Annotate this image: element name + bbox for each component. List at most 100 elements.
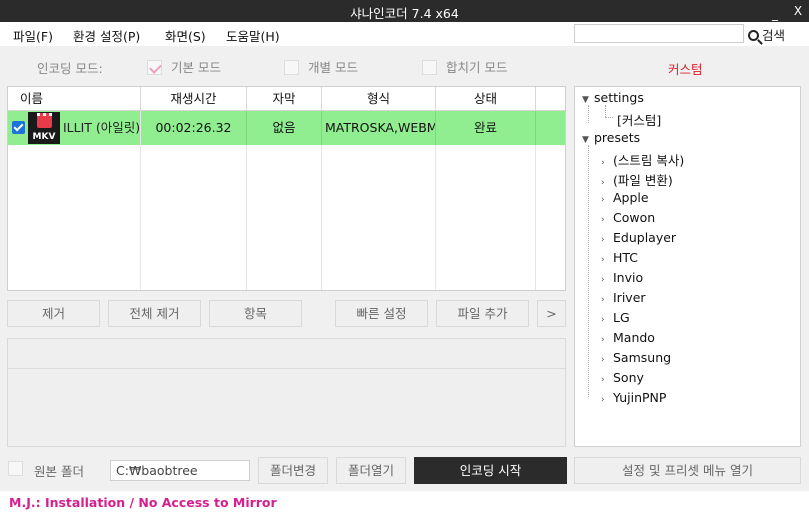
header-duration[interactable]: 재생시간	[141, 87, 247, 111]
collapsed-caret-icon[interactable]: ›	[601, 215, 609, 225]
search-icon	[748, 30, 759, 41]
mode-individual[interactable]: 개별 모드	[284, 57, 358, 76]
collapsed-caret-icon[interactable]: ›	[601, 335, 609, 345]
expanded-caret-icon[interactable]: ▼	[582, 135, 590, 145]
tree-node-label: Cowon	[613, 210, 656, 225]
tree-node-sony[interactable]: › Sony	[601, 370, 644, 385]
collapsed-caret-icon[interactable]: ›	[601, 295, 609, 305]
start-encoding-button[interactable]: 인코딩 시작	[414, 457, 567, 484]
cell-status: 완료	[436, 111, 536, 145]
output-path-input[interactable]	[110, 460, 250, 481]
tree-node-label: Apple	[613, 190, 649, 205]
header-format[interactable]: 형식	[322, 87, 436, 111]
tree-node-apple[interactable]: › Apple	[601, 190, 649, 205]
row-checkbox[interactable]	[12, 121, 25, 134]
file-ext-label: MKV	[32, 132, 56, 142]
collapsed-caret-icon[interactable]: ›	[601, 255, 609, 265]
tree-node-file-convert[interactable]: › (파일 변환)	[601, 170, 673, 189]
mode-merge-checkbox[interactable]	[422, 60, 437, 75]
tree-node-label: Eduplayer	[613, 230, 677, 245]
cell-name: ILLIT (아일릿)	[63, 120, 141, 135]
collapsed-caret-icon[interactable]: ›	[601, 375, 609, 385]
mode-basic-label: 기본 모드	[171, 60, 221, 75]
source-folder-label: 원본 폴더	[34, 464, 84, 479]
tree-node-eduplayer[interactable]: › Eduplayer	[601, 230, 676, 245]
tree-node-invio[interactable]: › Invio	[601, 270, 643, 285]
search-button[interactable]: 검색	[748, 25, 785, 44]
tree-node-presets-label: presets	[594, 130, 641, 145]
header-status[interactable]: 상태	[436, 87, 536, 111]
collapsed-caret-icon[interactable]: ›	[601, 275, 609, 285]
tree-node-yujinpnp[interactable]: › YujinPNP	[601, 390, 666, 405]
header-subtitle[interactable]: 자막	[247, 87, 322, 111]
log-divider	[8, 368, 565, 369]
tree-node-label: Iriver	[613, 290, 646, 305]
collapsed-caret-icon[interactable]: ›	[601, 195, 609, 205]
add-file-button[interactable]: 파일 추가	[436, 300, 529, 327]
tree-node-label: Sony	[613, 370, 644, 385]
clapperboard-icon	[37, 113, 52, 128]
tree-node-htc[interactable]: › HTC	[601, 250, 638, 265]
title-bar: 샤나인코더 7.4 x64 _ X	[0, 0, 809, 22]
collapsed-caret-icon[interactable]: ›	[601, 315, 609, 325]
mode-individual-label: 개별 모드	[308, 60, 358, 75]
change-folder-button[interactable]: 폴더변경	[258, 457, 328, 484]
tree-line	[605, 117, 613, 118]
quick-settings-button[interactable]: 빠른 설정	[335, 300, 428, 327]
custom-preset-label: 커스텀	[668, 62, 703, 77]
preset-tree[interactable]: ▼ settings [커스텀] ▼ presets › (스트림 복사) › (파일 …	[574, 86, 801, 447]
header-name[interactable]: 이름	[8, 87, 141, 111]
tree-node-iriver[interactable]: › Iriver	[601, 290, 646, 305]
collapsed-caret-icon[interactable]: ›	[601, 395, 609, 405]
tree-node-settings-label: settings	[594, 90, 644, 105]
menu-file[interactable]: 파일(F)	[13, 26, 53, 45]
tree-line	[588, 145, 589, 397]
cell-duration: 00:02:26.32	[141, 111, 247, 145]
more-button[interactable]: >	[537, 300, 566, 327]
tree-node-presets[interactable]: ▼ presets	[582, 130, 640, 145]
close-button[interactable]: X	[790, 2, 806, 20]
minimize-button[interactable]: _	[767, 5, 783, 23]
tree-node-label: YujinPNP	[613, 390, 667, 405]
tree-node-label: HTC	[613, 250, 639, 265]
remove-button[interactable]: 제거	[7, 300, 100, 327]
open-folder-button[interactable]: 폴더열기	[336, 457, 406, 484]
mode-merge[interactable]: 합치기 모드	[422, 57, 507, 76]
menu-preferences[interactable]: 환경 설정(P)	[73, 26, 140, 45]
cell-format: MATROSKA,WEBM	[322, 111, 436, 145]
tree-node-lg[interactable]: › LG	[601, 310, 630, 325]
open-settings-menu-button[interactable]: 설정 및 프리셋 메뉴 열기	[574, 457, 801, 484]
log-panel	[7, 338, 566, 447]
tree-node-stream-copy[interactable]: › (스트림 복사)	[601, 150, 684, 169]
collapsed-caret-icon[interactable]: ›	[601, 178, 609, 188]
collapsed-caret-icon[interactable]: ›	[601, 158, 609, 168]
tree-line	[588, 105, 589, 123]
status-text: M.J.: Installation / No Access to Mirror	[9, 495, 277, 510]
tree-node-custom[interactable]: [커스텀]	[617, 110, 661, 129]
remove-all-button[interactable]: 전체 제거	[108, 300, 201, 327]
mode-basic[interactable]: 기본 모드	[147, 57, 221, 76]
collapsed-caret-icon[interactable]: ›	[601, 355, 609, 365]
source-folder-checkbox[interactable]	[8, 461, 23, 476]
tree-line	[605, 105, 606, 117]
encoding-mode-label: 인코딩 모드:	[37, 61, 103, 76]
mode-individual-checkbox[interactable]	[284, 60, 299, 75]
file-list[interactable]: 이름 재생시간 자막 형식 상태 MKV ILLIT (아일릿) 00:02:2…	[7, 86, 566, 291]
menu-help[interactable]: 도움말(H)	[226, 26, 280, 45]
encoding-mode-bar: 인코딩 모드: 기본 모드 개별 모드 합치기 모드 커스텀	[0, 46, 809, 86]
collapsed-caret-icon[interactable]: ›	[601, 235, 609, 245]
tree-node-label: Invio	[613, 270, 644, 285]
menu-view[interactable]: 화면(S)	[165, 26, 206, 45]
cell-subtitle: 없음	[247, 111, 322, 145]
expanded-caret-icon[interactable]: ▼	[582, 95, 590, 105]
tree-node-samsung[interactable]: › Samsung	[601, 350, 671, 365]
tree-node-settings[interactable]: ▼ settings	[582, 90, 644, 105]
tree-node-cowon[interactable]: › Cowon	[601, 210, 655, 225]
search-input[interactable]	[574, 24, 744, 43]
tree-node-label: LG	[613, 310, 630, 325]
tree-node-label: (스트림 복사)	[613, 153, 685, 168]
mode-basic-checkbox[interactable]	[147, 60, 162, 75]
mode-merge-label: 합치기 모드	[446, 60, 508, 75]
items-button[interactable]: 항목	[209, 300, 302, 327]
tree-node-mando[interactable]: › Mando	[601, 330, 655, 345]
